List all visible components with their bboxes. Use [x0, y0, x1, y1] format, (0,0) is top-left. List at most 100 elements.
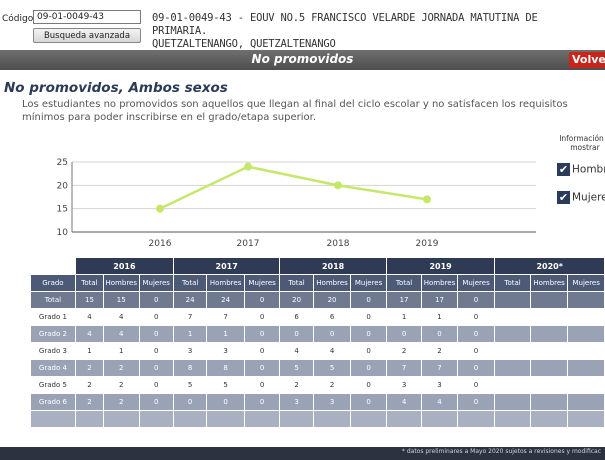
table-cell: 7: [385, 359, 423, 377]
data-point: [244, 162, 252, 171]
table-filler-cell: [206, 410, 245, 428]
table-cell: [567, 325, 605, 343]
checkbox-mujeres[interactable]: ✔: [557, 191, 570, 204]
table-cell: 0: [456, 308, 496, 326]
school-info: 09-01-0049-43 - EOUV NO.5 FRANCISCO VELA…: [152, 12, 592, 51]
table-cell: 0: [312, 325, 352, 343]
section-heading: No promovidos, Ambos sexos: [4, 80, 228, 96]
table-cell: Grado 1: [30, 308, 76, 326]
checkbox-hombres[interactable]: ✔: [557, 163, 570, 176]
table-cell: [567, 393, 605, 411]
table-filler-cell: [312, 410, 352, 428]
table-cell: 0: [350, 342, 387, 360]
year-header: 2017: [172, 257, 281, 275]
back-button[interactable]: Volve: [569, 52, 605, 68]
table-cell: 17: [421, 291, 458, 309]
table-cell: 1: [74, 342, 105, 360]
column-header: Hombres: [103, 274, 140, 292]
table-cell: [567, 291, 605, 309]
title-bar: No promovidos Volve: [0, 50, 605, 70]
table-cell: 15: [103, 291, 140, 309]
table-cell: 4: [74, 308, 105, 326]
section-description: Los estudiantes no promovidos son aquell…: [22, 99, 568, 123]
top-bar: Código 09-01-0049-43 Busqueda avanzada 0…: [0, 0, 605, 50]
table-cell: [567, 359, 605, 377]
table-cell: 2: [74, 359, 105, 377]
table-cell: 7: [206, 308, 245, 326]
y-tick-label: 25: [57, 158, 68, 168]
table-cell: [529, 291, 569, 309]
column-header: Total: [385, 274, 423, 292]
code-input[interactable]: 09-01-0049-43: [33, 10, 141, 24]
column-header-row: Grado Total Hombres Mujeres Total Hombres Muje…: [30, 274, 605, 292]
table-cell: Total: [30, 291, 76, 309]
option-hombres[interactable]: ✔Hombres: [557, 163, 605, 179]
table-cell: 2: [103, 393, 140, 411]
table-cell: 15: [74, 291, 105, 309]
column-header: Total: [279, 274, 314, 292]
data-point: [334, 181, 342, 190]
y-tick-label: 10: [57, 228, 69, 238]
table-cell: [494, 342, 531, 360]
table-cell: 8: [206, 359, 245, 377]
data-point: [423, 195, 431, 204]
table-cell: 0: [456, 342, 496, 360]
column-header: Hombres: [421, 274, 458, 292]
table-cell: 0: [138, 393, 174, 411]
table-cell: 5: [312, 359, 352, 377]
table-cell: 0: [138, 376, 174, 394]
table-cell: 0: [350, 359, 387, 377]
table-cell: 4: [421, 393, 458, 411]
column-header: Mujeres: [456, 274, 496, 292]
table-filler-cell: [385, 410, 423, 428]
table-filler-cell: [494, 410, 531, 428]
table-cell: 0: [138, 359, 174, 377]
table-cell: [494, 393, 531, 411]
table-cell: [529, 393, 569, 411]
code-label: Código: [2, 14, 34, 24]
table-cell: 4: [312, 342, 352, 360]
y-tick-label: 20: [57, 181, 69, 191]
table-cell: 8: [172, 359, 208, 377]
table-cell: 4: [74, 325, 105, 343]
table-cell: 3: [172, 342, 208, 360]
table-cell: 20: [279, 291, 314, 309]
column-header: Hombres: [529, 274, 569, 292]
table-cell: 0: [138, 325, 174, 343]
table-cell: [529, 359, 569, 377]
table-cell: Grado 6: [30, 393, 76, 411]
table-cell: 0: [243, 342, 281, 360]
table-cell: 2: [74, 393, 105, 411]
option-mujeres[interactable]: ✔Mujeres: [557, 191, 605, 207]
display-options: Información a mostrar ✔Hombres ✔Mujeres: [555, 134, 605, 204]
table-cell: 2: [103, 359, 140, 377]
column-header: Total: [172, 274, 208, 292]
table-cell: 3: [279, 393, 314, 411]
table-cell: 0: [206, 393, 245, 411]
table-cell: 2: [385, 342, 423, 360]
option-hombres-label: Hombres: [572, 163, 605, 176]
table-filler-row: [30, 410, 605, 428]
table-cell: 5: [279, 359, 314, 377]
table-cell: 5: [206, 376, 245, 394]
advanced-search-button[interactable]: Busqueda avanzada: [33, 28, 141, 43]
table-cell: Grado 5: [30, 376, 76, 394]
table-filler-cell: [172, 410, 208, 428]
table-cell: 1: [103, 342, 140, 360]
table-cell: 0: [350, 308, 387, 326]
column-header: Mujeres: [350, 274, 387, 292]
footer-note: * datos preliminares a Mayo 2020 sujetos…: [401, 448, 601, 455]
school-name: 09-01-0049-43 - EOUV NO.5 FRANCISCO VELA…: [152, 12, 538, 37]
table-cell: 5: [172, 376, 208, 394]
table-filler-cell: [279, 410, 314, 428]
table-cell: [494, 359, 531, 377]
year-header: 2016: [74, 257, 174, 275]
x-tick-label: 2018: [327, 239, 350, 249]
table-cell: 4: [279, 342, 314, 360]
table-cell: 24: [206, 291, 245, 309]
table-cell: Grado 2: [30, 325, 76, 343]
table-cell: 1: [385, 308, 423, 326]
column-header: Total: [494, 274, 531, 292]
data-point: [156, 204, 164, 213]
column-header: Grado: [30, 274, 76, 292]
